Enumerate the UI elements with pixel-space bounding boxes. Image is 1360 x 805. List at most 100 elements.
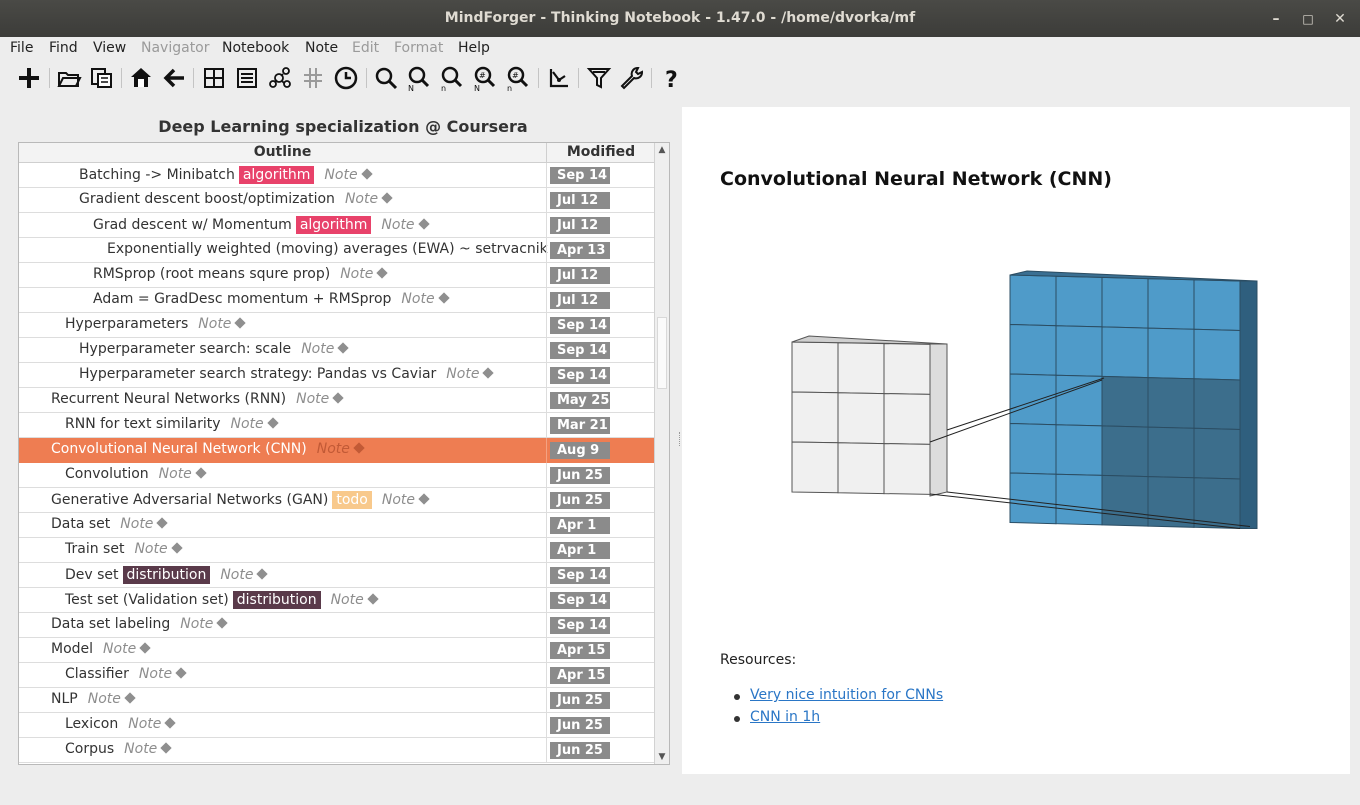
outline-cell: Dev set distribution Note — [65, 566, 269, 584]
note-title: Classifier — [65, 666, 129, 682]
outline-row[interactable]: Data set Note Apr 1 — [19, 513, 655, 538]
outline-row[interactable]: Data set labeling Note Sep 14 — [19, 613, 655, 638]
back-arrow-icon[interactable] — [160, 64, 188, 92]
outline-row[interactable]: Grad descent w/ Momentum algorithm Note Jul… — [19, 213, 655, 238]
search-icon[interactable] — [372, 64, 400, 92]
scrollbar-thumb[interactable] — [657, 317, 667, 389]
window-title: MindForger - Thinking Notebook - 1.47.0 … — [444, 10, 916, 26]
note-type-label: Note — [381, 217, 415, 233]
outline-row[interactable]: Recurrent Neural Networks (RNN) Note May 2… — [19, 388, 655, 413]
menu-edit[interactable]: Edit — [352, 40, 379, 56]
note-title: RNN for text similarity — [65, 416, 221, 432]
diamond-icon — [353, 442, 365, 454]
note-title: Batching -> Minibatch — [79, 167, 235, 183]
filter-icon[interactable] — [585, 64, 613, 92]
network-icon[interactable] — [266, 64, 294, 92]
diamond-icon — [139, 642, 151, 654]
pane-splitter[interactable] — [679, 432, 681, 446]
folder-open-icon[interactable] — [55, 64, 83, 92]
outline-row[interactable]: Exponentially weighted (moving) averages… — [19, 238, 655, 263]
graph-icon[interactable] — [545, 64, 573, 92]
grid-icon[interactable] — [200, 64, 228, 92]
note-title: Train set — [65, 541, 125, 557]
outline-row[interactable]: Hyperparameter search: scale Note Sep 14 — [19, 338, 655, 363]
outline-row[interactable]: Hyperparameters Note Sep 14 — [19, 313, 655, 338]
outline-table[interactable]: Outline Modified Batching -> Minibatch al… — [18, 142, 670, 765]
menu-notebook[interactable]: Notebook — [222, 40, 289, 56]
maximize-button[interactable]: □ — [1297, 8, 1319, 30]
outline-row[interactable]: Test set (Validation set) distribution Not… — [19, 588, 655, 613]
search-tag-icon[interactable]: # N — [471, 64, 499, 93]
note-title: Dev set — [65, 567, 119, 583]
cnn-illustration — [791, 270, 1258, 530]
menu-view[interactable]: View — [93, 40, 126, 56]
modified-badge: Aug 9 — [550, 442, 610, 459]
hash-icon[interactable] — [299, 64, 327, 92]
note-title: RMSprop (root means squre prop) — [93, 266, 331, 282]
modified-badge: Apr 13 — [550, 242, 610, 259]
diamond-icon — [360, 168, 373, 180]
modified-badge: Sep 14 — [550, 342, 610, 359]
plus-icon[interactable] — [15, 64, 43, 92]
outline-row[interactable]: Model Note Apr 15 — [19, 638, 655, 663]
outline-row[interactable]: Train set Note Apr 1 — [19, 538, 655, 563]
diamond-icon — [234, 317, 247, 329]
outline-row[interactable]: RMSprop (root means squre prop) Note Jul 1… — [19, 263, 655, 288]
close-button[interactable]: ✕ — [1329, 8, 1351, 30]
home-icon[interactable] — [127, 64, 155, 92]
resources-list: Very nice intuition for CNNs CNN in 1h — [732, 687, 943, 731]
outline-row[interactable]: Adam = GradDesc momentum + RMSprop Note Ju… — [19, 288, 655, 313]
diamond-icon — [175, 667, 187, 679]
window-titlebar: MindForger - Thinking Notebook - 1.47.0 … — [0, 0, 1360, 37]
notebooks-icon[interactable] — [88, 64, 116, 92]
note-title: Model — [51, 641, 94, 657]
note-title: Corpus — [65, 741, 115, 757]
note-title: Recurrent Neural Networks (RNN) — [51, 391, 287, 407]
menu-note[interactable]: Note — [305, 40, 338, 56]
outline-cell: Recurrent Neural Networks (RNN) Note — [51, 391, 344, 407]
search-note-icon[interactable]: N — [405, 64, 433, 93]
menu-help[interactable]: Help — [458, 40, 490, 56]
list-icon[interactable] — [233, 64, 261, 92]
note-title: Generative Adversarial Networks (GAN) — [51, 492, 329, 508]
modified-badge: Apr 15 — [550, 642, 610, 659]
scroll-up-icon[interactable]: ▲ — [655, 143, 669, 157]
menu-find[interactable]: Find — [49, 40, 78, 56]
outline-row[interactable]: Dev set distribution Note Sep 14 — [19, 563, 655, 588]
clock-icon[interactable] — [332, 64, 360, 92]
help-icon[interactable]: ? — [657, 64, 685, 93]
search-regex-icon[interactable]: # n — [504, 64, 532, 93]
note-title: Adam = GradDesc momentum + RMSprop — [93, 291, 392, 307]
menu-navigator[interactable]: Navigator — [141, 40, 210, 56]
outline-row[interactable]: Convolutional Neural Network (CNN) Note Au… — [19, 438, 655, 463]
wrench-icon[interactable] — [618, 64, 646, 92]
outline-row[interactable]: Corpus Note Jun 25 — [19, 738, 655, 763]
modified-badge: Mar 21 — [550, 417, 610, 434]
link-intuition-cnn[interactable]: Very nice intuition for CNNs — [750, 687, 943, 703]
scroll-down-icon[interactable]: ▼ — [655, 750, 669, 764]
outline-row[interactable]: NLP Note Jun 25 — [19, 688, 655, 713]
note-type-label: Note — [381, 492, 415, 508]
outline-row[interactable]: Hyperparameter search strategy: Pandas v… — [19, 363, 655, 388]
column-header-modified[interactable]: Modified — [547, 144, 655, 160]
modified-badge: May 25 — [550, 392, 610, 409]
outline-cell: Data set Note — [51, 516, 169, 532]
outline-row[interactable]: RNN for text similarity Note Mar 21 — [19, 413, 655, 438]
outline-row[interactable]: Gradient descent boost/optimization Note J… — [19, 188, 655, 213]
search-notebook-icon[interactable]: n — [438, 64, 466, 93]
outline-scrollbar[interactable]: ▲ ▼ — [654, 143, 669, 764]
note-type-label: Note — [344, 191, 379, 207]
outline-row[interactable]: Batching -> Minibatch algorithm Note Sep 14 — [19, 163, 655, 188]
outline-row[interactable]: Lexicon Note Jun 25 — [19, 713, 655, 738]
outline-pane: Deep Learning specialization @ Coursera … — [18, 108, 670, 766]
menu-file[interactable]: File — [10, 40, 33, 56]
outline-row[interactable]: Generative Adversarial Networks (GAN) tod… — [19, 488, 655, 513]
column-header-outline[interactable]: Outline — [19, 144, 546, 160]
outline-row[interactable]: Classifier Note Apr 15 — [19, 663, 655, 688]
svg-text:?: ? — [665, 68, 678, 92]
minimize-button[interactable]: – — [1265, 8, 1287, 30]
outline-row[interactable]: Convolution Note Jun 25 — [19, 463, 655, 488]
link-cnn-1h[interactable]: CNN in 1h — [750, 709, 820, 725]
menu-format[interactable]: Format — [394, 40, 443, 56]
modified-badge: Apr 1 — [550, 542, 610, 559]
